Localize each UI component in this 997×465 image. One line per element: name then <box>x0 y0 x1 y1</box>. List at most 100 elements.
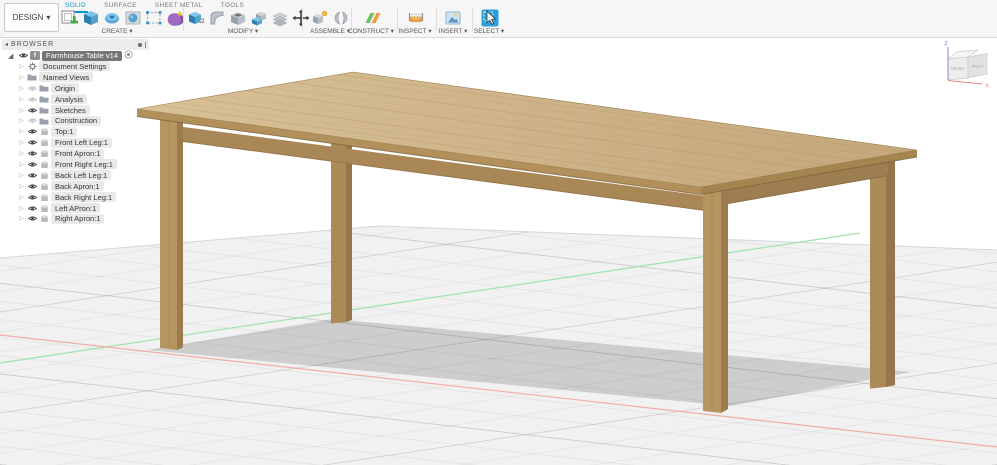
joint-icon[interactable] <box>331 8 350 27</box>
activate-component-radio[interactable] <box>124 50 133 61</box>
expand-caret-icon[interactable]: ▷ <box>18 150 25 157</box>
browser-item-left-apron-1[interactable]: ▷ Left APron:1 <box>2 203 149 214</box>
visibility-eye-icon[interactable] <box>18 52 28 59</box>
insert-canvas-icon[interactable] <box>443 8 462 27</box>
visibility-eye-icon[interactable] <box>27 183 37 190</box>
shell-icon[interactable] <box>228 8 247 27</box>
expand-caret-icon[interactable]: ▷ <box>18 172 25 179</box>
browser-item-label[interactable]: Back Left Leg:1 <box>51 170 111 180</box>
design-workspace-dropdown[interactable]: DESIGN ▾ <box>4 3 59 32</box>
select-tool-icon[interactable] <box>480 8 499 27</box>
expand-caret-icon[interactable]: ▷ <box>18 161 25 168</box>
browser-item-label[interactable]: Right Apron:1 <box>51 214 104 224</box>
front-apron[interactable] <box>176 126 706 211</box>
browser-item-label[interactable]: Top:1 <box>51 127 77 137</box>
browser-item-label[interactable]: Front Left Leg:1 <box>51 138 112 148</box>
visibility-eye-icon[interactable] <box>27 107 37 114</box>
visibility-eye-icon[interactable] <box>27 161 37 168</box>
browser-item-origin[interactable]: ▷ Origin <box>2 83 149 94</box>
browser-item-label[interactable]: Sketches <box>51 105 90 115</box>
visibility-eye-icon[interactable] <box>27 172 37 179</box>
expand-caret-icon[interactable]: ▷ <box>18 215 25 222</box>
root-document-label[interactable]: Farmhouse Table v14 <box>42 51 122 61</box>
extrude-box-icon[interactable] <box>81 8 100 27</box>
browser-item-label[interactable]: Origin <box>51 83 79 93</box>
collapse-panel-icon[interactable]: ◂ <box>5 41 8 48</box>
browser-item-analysis[interactable]: ▷ Analysis <box>2 94 149 105</box>
browser-item-right-apron-1[interactable]: ▷ Right Apron:1 <box>2 213 149 224</box>
measure-icon[interactable] <box>406 8 425 27</box>
create-menu-label[interactable]: CREATE ▾ <box>82 27 152 35</box>
expand-caret-icon[interactable]: ▷ <box>18 128 25 135</box>
tabletop-edge[interactable] <box>137 109 917 195</box>
viewcube-front-face[interactable] <box>948 57 968 80</box>
visibility-eye-icon[interactable] <box>27 85 37 92</box>
browser-item-named-views[interactable]: ▷ Named Views <box>2 72 149 83</box>
browser-item-label[interactable]: Back Right Leg:1 <box>51 192 116 202</box>
expand-caret-icon[interactable]: ▷ <box>18 183 25 190</box>
right-apron[interactable] <box>722 161 888 205</box>
expand-caret-icon[interactable]: ◢ <box>8 52 16 60</box>
expand-caret-icon[interactable]: ▷ <box>18 117 25 124</box>
visibility-eye-icon[interactable] <box>27 194 37 201</box>
select-menu-label[interactable]: SELECT ▾ <box>454 27 524 35</box>
browser-item-back-apron-1[interactable]: ▷ Back Apron:1 <box>2 181 149 192</box>
visibility-eye-icon[interactable] <box>27 150 37 157</box>
visibility-eye-icon[interactable] <box>27 117 37 124</box>
browser-item-back-right-leg-1[interactable]: ▷ Back Right Leg:1 <box>2 192 149 203</box>
expand-caret-icon[interactable]: ▷ <box>18 107 25 114</box>
visibility-eye-icon[interactable] <box>27 215 37 222</box>
browser-item-front-left-leg-1[interactable]: ▷ Front Left Leg:1 <box>2 137 149 148</box>
browser-item-label[interactable]: Named Views <box>39 72 93 82</box>
browser-header[interactable]: ◂ BROWSER <box>2 39 149 50</box>
revolve-icon[interactable] <box>102 8 121 27</box>
expand-caret-icon[interactable]: ▷ <box>18 205 25 212</box>
browser-item-document-settings[interactable]: ▷ Document Settings <box>2 61 149 72</box>
rectangular-pattern-icon[interactable] <box>144 8 163 27</box>
item-type-icon <box>27 73 37 81</box>
move-icon[interactable] <box>291 8 310 27</box>
viewcube-top-face[interactable] <box>948 50 978 59</box>
browser-item-front-right-leg-1[interactable]: ▷ Front Right Leg:1 <box>2 159 149 170</box>
modify-menu-label[interactable]: MODIFY ▾ <box>208 27 278 35</box>
expand-caret-icon[interactable]: ▷ <box>18 63 25 70</box>
browser-root-item[interactable]: ◢ f Farmhouse Table v14 <box>2 50 149 61</box>
cylinder-icon[interactable] <box>123 8 142 27</box>
browser-item-sketches[interactable]: ▷ Sketches <box>2 105 149 116</box>
create-form-icon[interactable] <box>165 8 184 27</box>
browser-item-label[interactable]: Back Apron:1 <box>51 181 104 191</box>
browser-item-label[interactable]: Front Right Leg:1 <box>51 159 117 169</box>
main-toolbar: DESIGN ▾ SOLIDSURFACESHEET METALTOOLS CR… <box>0 0 997 38</box>
expand-caret-icon[interactable]: ▷ <box>18 139 25 146</box>
construction-plane-icon[interactable] <box>363 8 382 27</box>
browser-item-label[interactable]: Construction <box>51 116 101 126</box>
expand-caret-icon[interactable]: ▷ <box>18 96 25 103</box>
new-component-icon[interactable] <box>310 8 329 27</box>
browser-item-top-1[interactable]: ▷ Top:1 <box>2 126 149 137</box>
combine-icon[interactable] <box>249 8 268 27</box>
browser-item-label[interactable]: Document Settings <box>39 61 110 71</box>
visibility-eye-icon[interactable] <box>27 128 37 135</box>
expand-caret-icon[interactable]: ▷ <box>18 194 25 201</box>
view-cube[interactable]: FRONT RIGHT Z X <box>944 41 989 90</box>
ground-grid[interactable] <box>0 0 997 465</box>
browser-item-back-left-leg-1[interactable]: ▷ Back Left Leg:1 <box>2 170 149 181</box>
visibility-eye-icon[interactable] <box>27 139 37 146</box>
expand-caret-icon[interactable]: ▷ <box>18 74 25 81</box>
browser-item-front-apron-1[interactable]: ▷ Front Apron:1 <box>2 148 149 159</box>
browser-item-label[interactable]: Analysis <box>51 94 87 104</box>
browser-item-label[interactable]: Front Apron:1 <box>51 149 104 159</box>
viewcube-right-face[interactable] <box>968 54 987 79</box>
expand-caret-icon[interactable]: ▷ <box>18 85 25 92</box>
fillet-icon[interactable] <box>207 8 226 27</box>
press-pull-icon[interactable] <box>186 8 205 27</box>
create-sketch-icon[interactable] <box>60 8 79 27</box>
split-face-icon[interactable] <box>270 8 289 27</box>
browser-item-label[interactable]: Left APron:1 <box>51 203 100 213</box>
visibility-eye-icon[interactable] <box>27 96 37 103</box>
visibility-eye-icon[interactable] <box>27 205 37 212</box>
panel-options-icon[interactable] <box>138 43 142 47</box>
tabletop-surface[interactable] <box>137 72 917 187</box>
browser-item-construction[interactable]: ▷ Construction <box>2 115 149 126</box>
panel-handle-icon[interactable] <box>145 42 146 48</box>
